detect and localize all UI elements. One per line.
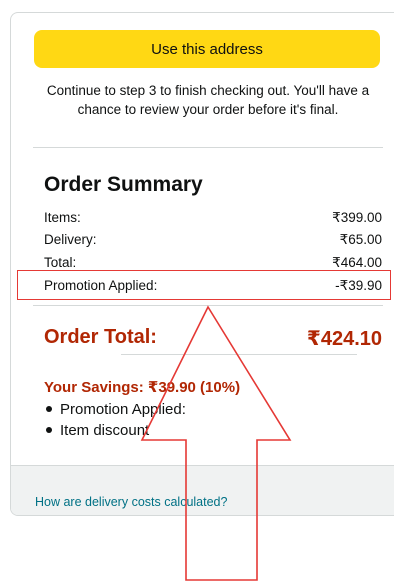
order-summary-card: Use this address Continue to step 3 to f… xyxy=(10,12,394,516)
order-total-row: Order Total: ₹424.10 xyxy=(44,326,382,351)
delivery-label: Delivery: xyxy=(44,232,97,247)
use-this-address-button[interactable]: Use this address xyxy=(34,30,380,68)
delivery-costs-link[interactable]: How are delivery costs calculated? xyxy=(35,495,227,509)
promotion-highlight-box xyxy=(17,270,391,300)
order-total-label: Order Total: xyxy=(44,326,157,348)
divider xyxy=(33,305,383,306)
items-value: ₹399.00 xyxy=(332,210,382,225)
order-total-value: ₹424.10 xyxy=(306,328,382,350)
items-label: Items: xyxy=(44,210,81,225)
bullet-icon xyxy=(46,427,52,433)
delivery-value: ₹65.00 xyxy=(339,232,382,247)
divider xyxy=(121,354,357,355)
savings-list: Promotion Applied: Item discount xyxy=(44,399,186,441)
list-item: Item discount xyxy=(44,420,186,441)
list-item: Promotion Applied: xyxy=(44,399,186,420)
order-summary-title: Order Summary xyxy=(44,173,203,196)
card-footer: How are delivery costs calculated? xyxy=(11,465,394,515)
checkout-instructions: Continue to step 3 to finish checking ou… xyxy=(46,83,370,117)
delivery-row: Delivery: ₹65.00 xyxy=(44,231,382,249)
savings-text: Your Savings: ₹39.90 (10%) xyxy=(44,379,241,396)
items-row: Items: ₹399.00 xyxy=(44,209,382,227)
divider xyxy=(33,147,383,148)
bullet-icon xyxy=(46,406,52,412)
